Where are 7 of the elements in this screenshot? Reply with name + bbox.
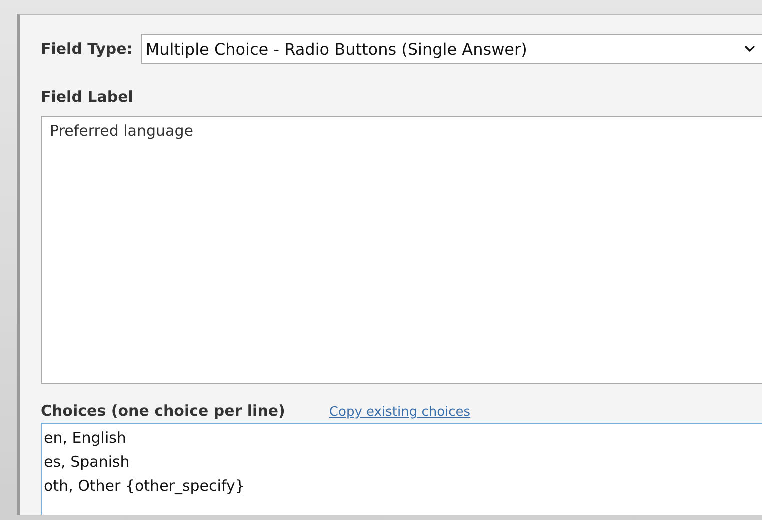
field-type-label: Field Type: xyxy=(41,40,133,58)
field-type-select[interactable]: Multiple Choice - Radio Buttons (Single Answer) xyxy=(140,34,762,64)
choices-label: Choices (one choice per line) xyxy=(41,402,286,420)
field-label-label: Field Label xyxy=(41,88,134,106)
field-label-input[interactable]: Preferred language xyxy=(41,116,762,384)
choices-input[interactable]: en, English es, Spanish oth, Other {other_specify} xyxy=(41,423,762,515)
copy-choices-link[interactable]: Copy existing choices xyxy=(329,405,471,420)
